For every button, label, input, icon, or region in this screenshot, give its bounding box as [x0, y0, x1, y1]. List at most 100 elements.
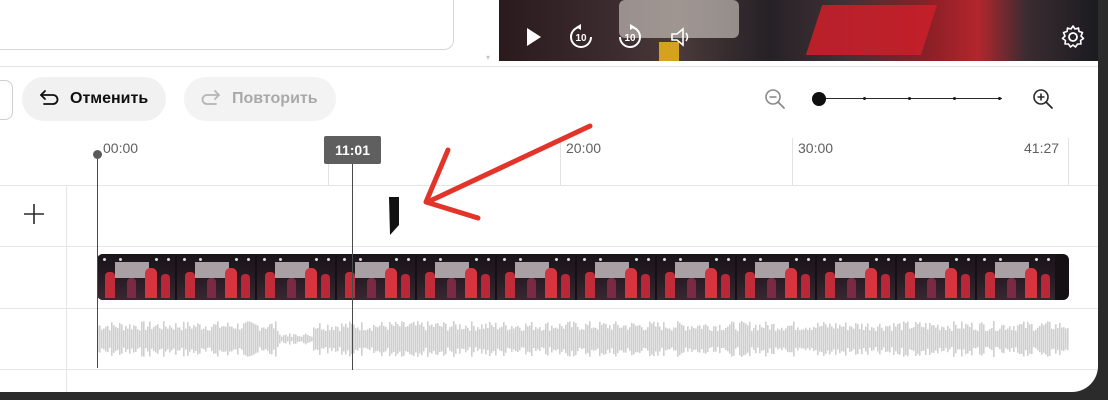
volume-icon[interactable] — [669, 24, 695, 50]
clip-thumbnail[interactable] — [897, 254, 975, 300]
waveform-bar — [601, 324, 603, 354]
waveform-bar — [395, 321, 397, 357]
clip-thumbnail[interactable] — [417, 254, 495, 300]
thumbnail-detail — [585, 272, 595, 298]
waveform-bar — [227, 322, 229, 356]
waveform-bar — [585, 323, 587, 355]
waveform-bar — [667, 328, 669, 350]
clip-thumbnail[interactable] — [337, 254, 415, 300]
zoom-slider[interactable] — [812, 92, 1002, 106]
waveform-bar — [499, 327, 501, 351]
waveform-bar — [169, 325, 171, 353]
waveform-bar — [397, 324, 399, 354]
waveform-bar — [789, 325, 791, 353]
waveform-bar — [981, 322, 983, 356]
thumbnail-detail — [275, 262, 309, 278]
waveform-bar — [939, 330, 941, 348]
waveform-bar — [1065, 328, 1067, 350]
waveform-bar — [305, 333, 307, 345]
waveform-bar — [341, 323, 343, 355]
clip-thumbnail[interactable] — [257, 254, 335, 300]
settings-gear-icon[interactable] — [1060, 24, 1086, 50]
waveform-bar — [1009, 326, 1011, 352]
description-textbox[interactable] — [0, 0, 454, 50]
waveform-bar — [251, 322, 253, 356]
zoom-in-icon[interactable] — [1030, 86, 1056, 112]
waveform-bar — [599, 321, 601, 357]
clip-thumbnail[interactable] — [97, 254, 175, 300]
resize-handle-icon[interactable]: ▾ — [486, 53, 490, 62]
waveform-bar — [553, 328, 555, 350]
waveform-bar — [481, 324, 483, 354]
waveform-bar — [863, 329, 865, 349]
thumbnail-detail — [875, 258, 878, 261]
waveform-bar — [919, 322, 921, 356]
waveform-bar — [1051, 328, 1053, 350]
waveform-bar — [971, 322, 973, 356]
clip-thumbnail[interactable] — [177, 254, 255, 300]
waveform-bar — [727, 326, 729, 352]
waveform-bar — [949, 328, 951, 350]
waveform-bar — [245, 322, 247, 356]
forward-10-icon[interactable]: 10 — [617, 24, 643, 50]
zoom-slider-knob[interactable] — [812, 92, 826, 106]
toolbar-button-partial[interactable] — [0, 80, 13, 120]
audio-waveform[interactable] — [97, 316, 1069, 362]
waveform-bar — [841, 326, 843, 352]
waveform-bar — [567, 322, 569, 356]
waveform-bar — [697, 325, 699, 353]
undo-button[interactable]: Отменить — [22, 77, 167, 121]
playhead-time-badge[interactable]: 11:01 — [324, 136, 381, 164]
waveform-bar — [931, 325, 933, 353]
thumbnail-detail — [161, 274, 170, 298]
waveform-bar — [207, 330, 209, 348]
clip-thumbnail[interactable] — [657, 254, 735, 300]
zoom-out-icon[interactable] — [762, 86, 788, 112]
waveform-bar — [513, 328, 515, 350]
zoom-slider-tick — [863, 97, 866, 100]
waveform-bar — [649, 321, 651, 357]
thumbnail-detail — [583, 258, 586, 261]
waveform-bar — [1047, 321, 1049, 357]
clip-thumbnail[interactable] — [977, 254, 1055, 300]
clip-thumbnail[interactable] — [497, 254, 575, 300]
waveform-bar — [1021, 324, 1023, 354]
playhead-line[interactable] — [352, 160, 353, 370]
waveform-bar — [937, 324, 939, 354]
waveform-bar — [413, 321, 415, 357]
video-clip-track[interactable] — [97, 254, 1069, 300]
waveform-bar — [735, 329, 737, 349]
timeline-start-handle[interactable] — [93, 150, 102, 159]
waveform-bar — [653, 321, 655, 357]
waveform-bar — [361, 322, 363, 356]
waveform-bar — [541, 330, 543, 348]
waveform-bar — [257, 325, 259, 353]
edit-marker-icon[interactable] — [386, 195, 402, 237]
plus-icon[interactable] — [18, 198, 50, 230]
waveform-bar — [607, 328, 609, 350]
waveform-bar — [557, 328, 559, 350]
waveform-bar — [365, 330, 367, 348]
clip-thumbnail[interactable] — [577, 254, 655, 300]
thumbnail-detail — [825, 272, 835, 298]
waveform-bar — [707, 326, 709, 352]
waveform-bar — [201, 329, 203, 349]
waveform-bar — [137, 329, 139, 349]
clip-thumbnail[interactable] — [737, 254, 815, 300]
thumbnail-detail — [425, 272, 435, 298]
waveform-bar — [371, 330, 373, 348]
clip-thumbnail[interactable] — [817, 254, 895, 300]
video-player[interactable]: 10 10 — [499, 0, 1098, 61]
thumbnail-detail — [715, 258, 718, 261]
timeline-start-line — [97, 154, 98, 368]
rewind-10-icon[interactable]: 10 — [568, 24, 594, 50]
play-icon[interactable] — [520, 24, 546, 50]
waveform-bar — [473, 325, 475, 353]
waveform-bar — [743, 322, 745, 356]
waveform-bar — [745, 323, 747, 355]
thumbnail-detail — [1047, 258, 1050, 261]
thumbnail-detail — [1007, 278, 1016, 298]
waveform-bar — [957, 328, 959, 350]
waveform-bar — [737, 330, 739, 348]
redo-button[interactable]: Повторить — [184, 77, 336, 121]
